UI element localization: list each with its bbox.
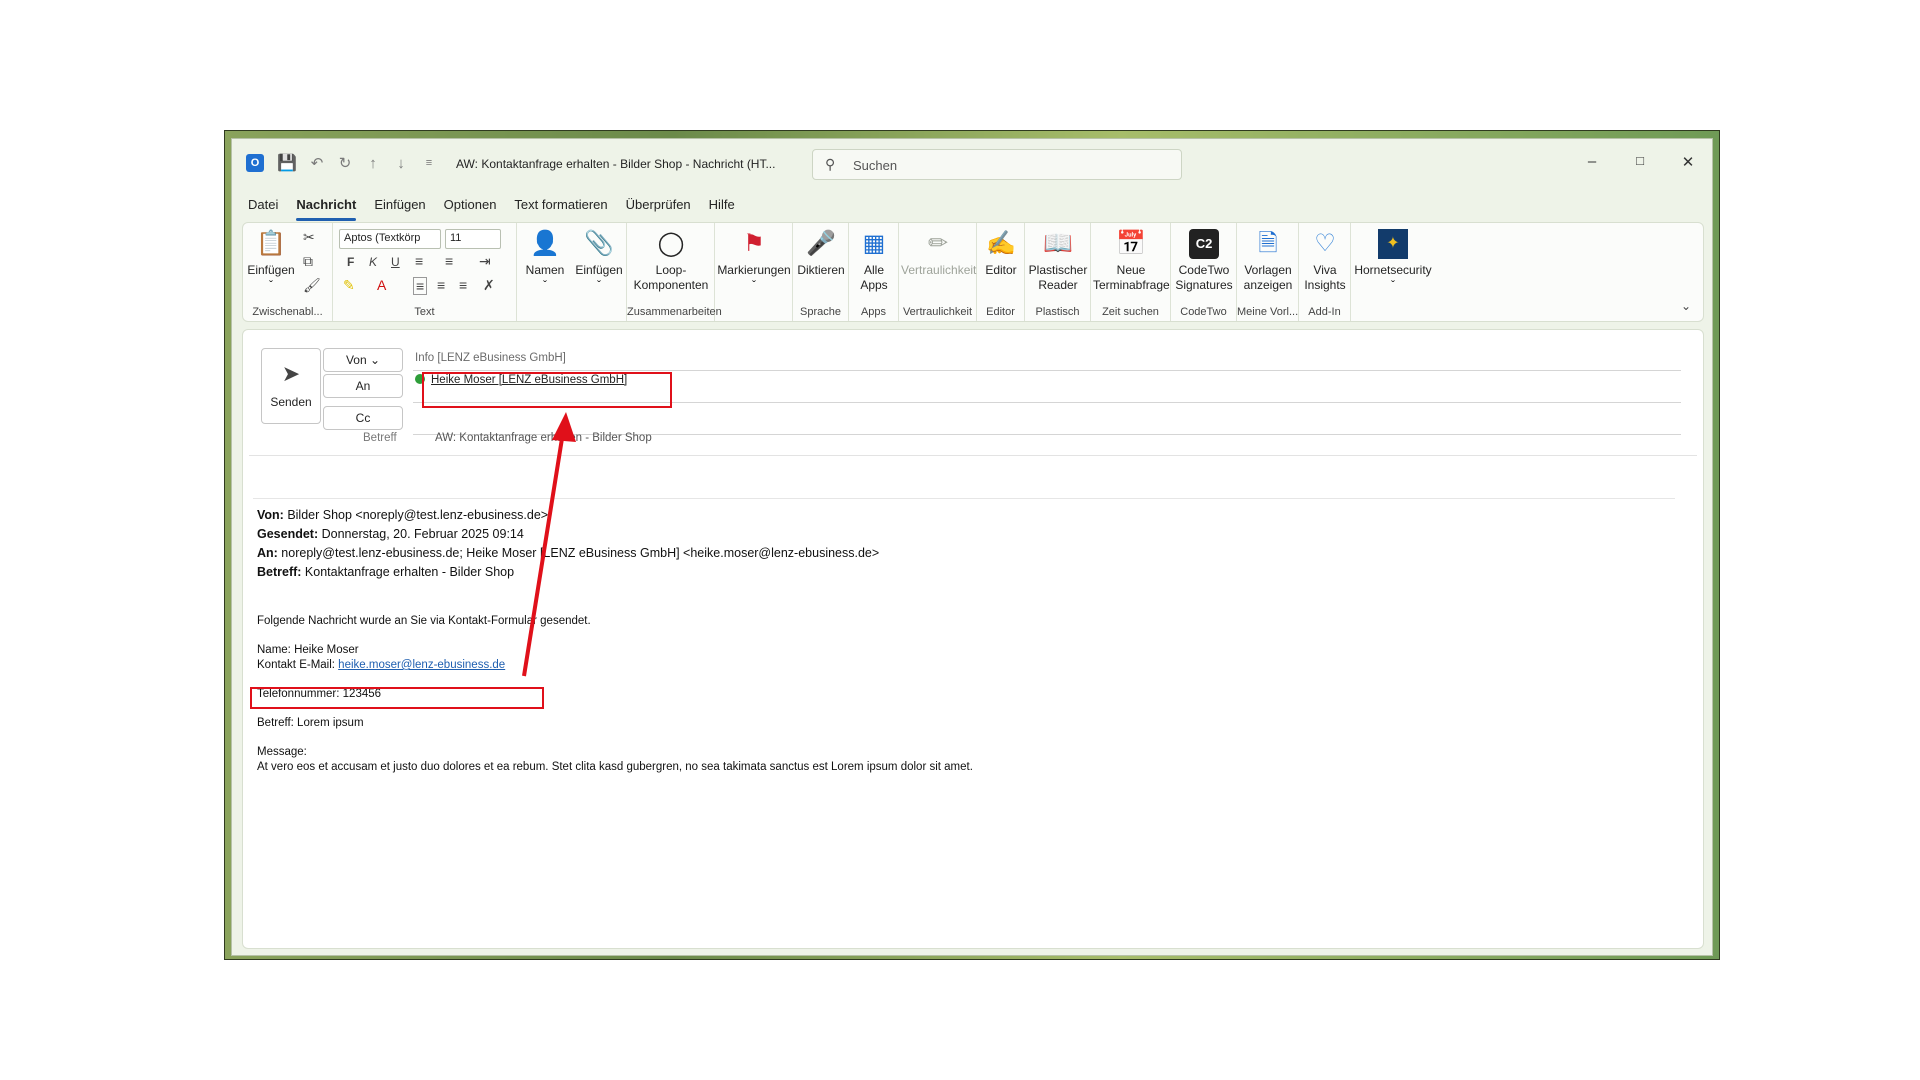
- arrow-head: [552, 412, 576, 442]
- annotation-arrow: [522, 412, 576, 677]
- arrow-shaft: [522, 425, 566, 677]
